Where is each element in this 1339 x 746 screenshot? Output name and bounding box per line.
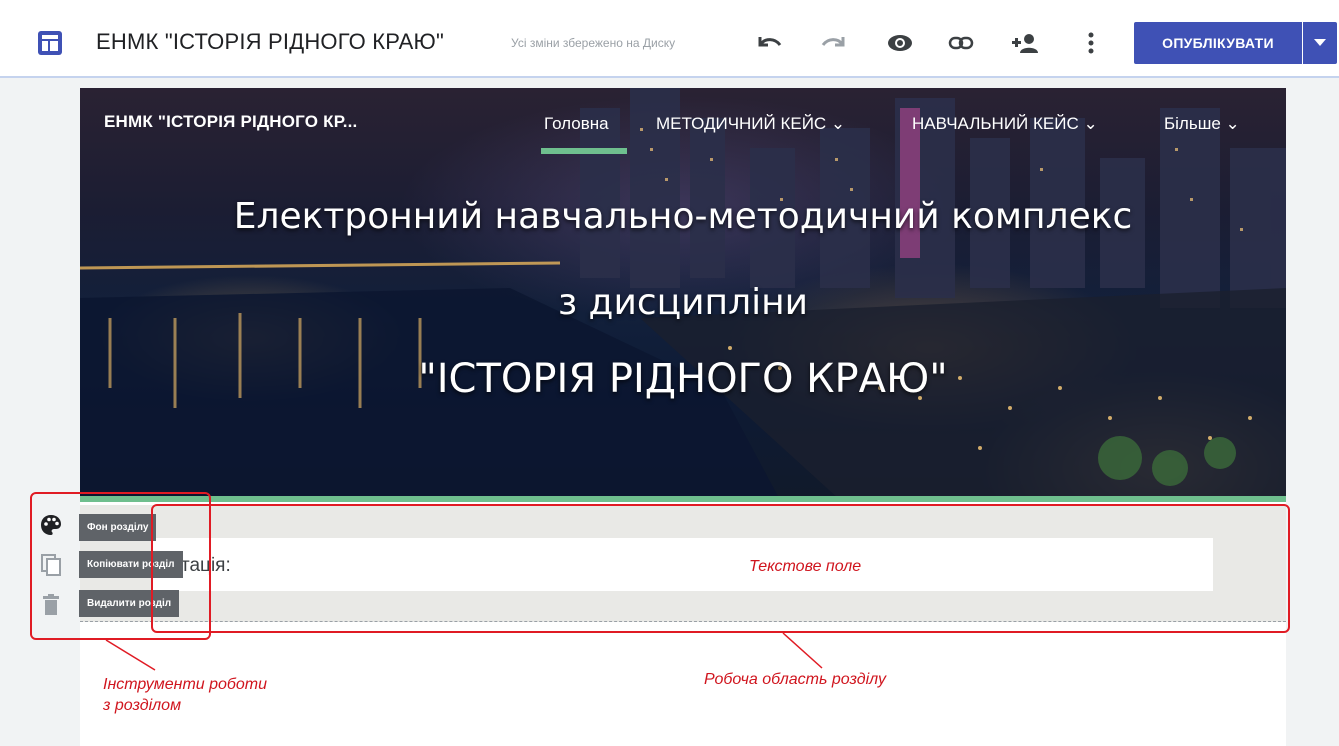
document-title[interactable]: ЕНМК "ІСТОРІЯ РІДНОГО КРАЮ" [96, 29, 444, 55]
chevron-down-icon [1314, 39, 1326, 46]
save-status: Усі зміни збережено на Диску [511, 36, 676, 50]
annotation-tools-line-1: Інструменти роботи [103, 676, 268, 693]
nav-item-more[interactable]: Більше ⌄ [1164, 114, 1240, 134]
app-layout-icon[interactable] [37, 30, 63, 56]
site-name[interactable]: ЕНМК "ІСТОРІЯ РІДНОГО КР... [104, 112, 357, 132]
add-person-icon[interactable] [1010, 28, 1040, 58]
preview-icon[interactable] [885, 28, 915, 58]
nav-active-indicator [541, 148, 627, 154]
nav-item-learning-case[interactable]: НАВЧАЛЬНИЙ КЕЙС ⌄ [912, 114, 1098, 134]
top-app-bar: ЕНМК "ІСТОРІЯ РІДНОГО КРАЮ" Усі зміни зб… [0, 0, 1339, 78]
hero-title-line-3[interactable]: "ІСТОРІЯ РІДНОГО КРАЮ" [80, 356, 1286, 402]
more-vert-icon[interactable] [1076, 28, 1106, 58]
publish-dropdown-button[interactable] [1303, 22, 1337, 64]
nav-item-methodical-case[interactable]: МЕТОДИЧНИЙ КЕЙС ⌄ [656, 114, 845, 134]
hero-title-line-1[interactable]: Електронний навчально-методичний комплек… [80, 196, 1286, 237]
publish-button[interactable]: ОПУБЛІКУВАТИ [1134, 22, 1302, 64]
annotation-box-section [151, 504, 1290, 633]
annotation-work-area: Робоча область розділу [704, 671, 886, 688]
nav-item-home[interactable]: Головна [544, 114, 609, 134]
hero-title-line-2[interactable]: з дисципліни [80, 282, 1286, 323]
redo-icon[interactable] [818, 28, 848, 58]
undo-icon[interactable] [755, 28, 785, 58]
link-icon[interactable] [946, 28, 976, 58]
section-divider [80, 496, 1286, 502]
annotation-tools-line-2: з розділом [103, 697, 182, 714]
annotation-text-field: Текстове поле [749, 558, 862, 575]
